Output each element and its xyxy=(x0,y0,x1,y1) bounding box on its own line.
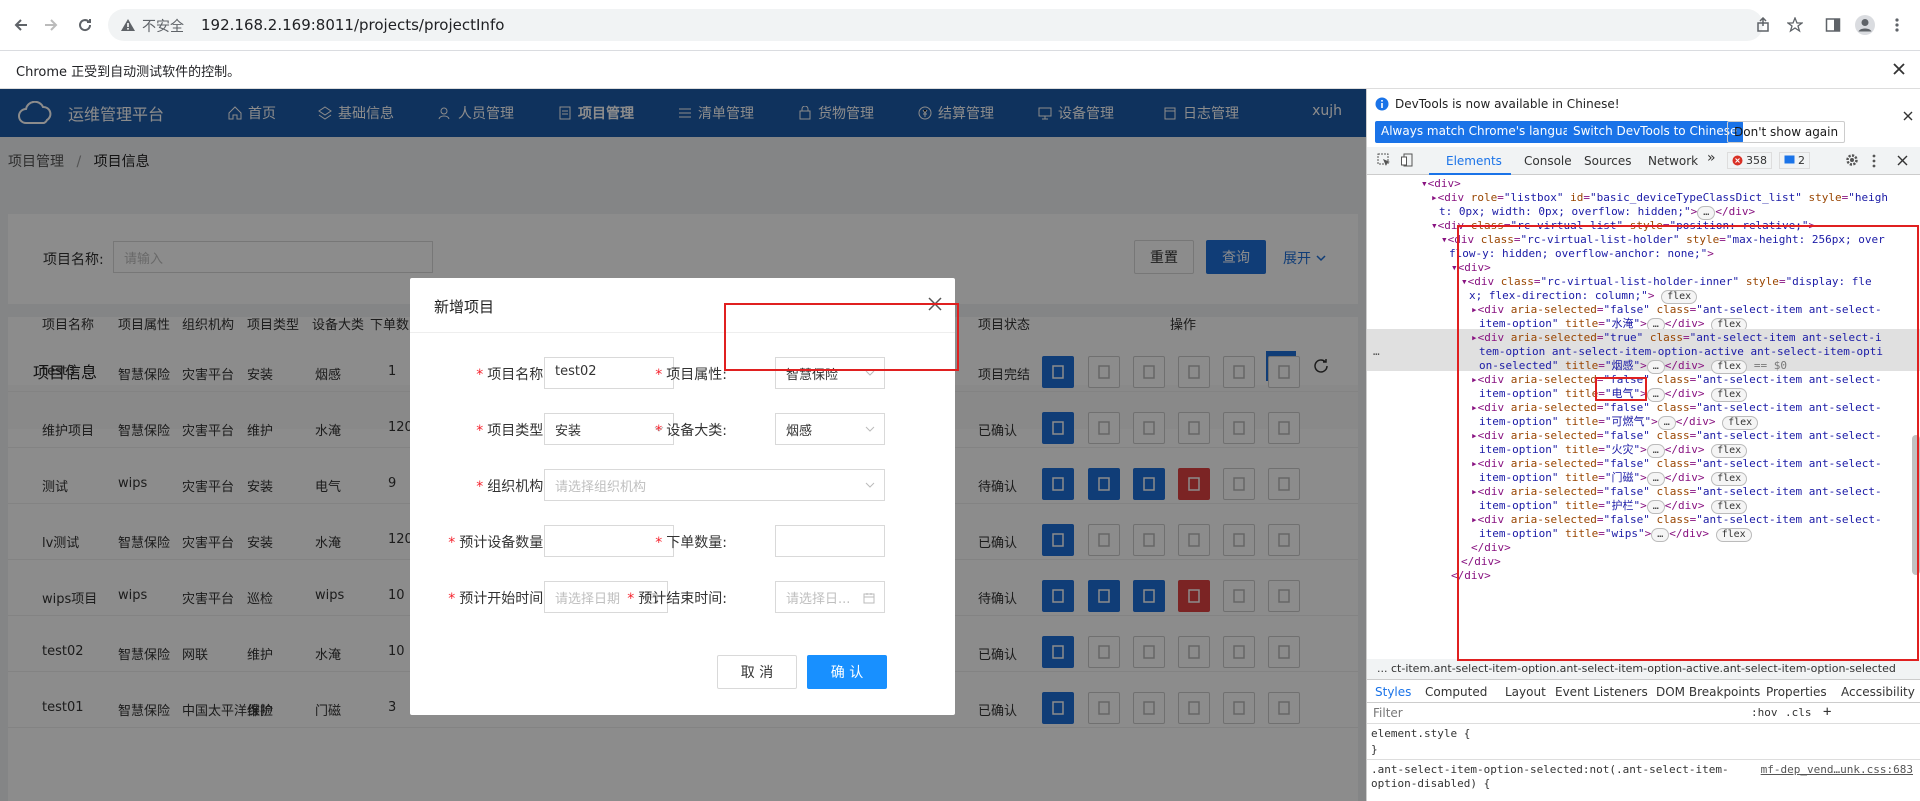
forward-icon[interactable] xyxy=(38,12,64,38)
tab-dom-breakpoints[interactable]: DOM Breakpoints xyxy=(1656,685,1760,699)
security-label: 不安全 xyxy=(142,19,184,35)
project-attr-label: * 项目属性: xyxy=(655,367,727,383)
message-badge[interactable]: 2 xyxy=(1779,152,1810,169)
styles-pane: Filter :hov .cls + element.style { } .an… xyxy=(1367,703,1920,801)
chevron-down-icon xyxy=(865,426,875,432)
end-date-label: * 预计结束时间: xyxy=(627,591,727,607)
close-icon[interactable] xyxy=(1897,155,1908,166)
app-viewport: 运维管理平台 首页 基础信息 人员管理 项目管理 清单管理 货物管理 结算管理 … xyxy=(0,89,1366,801)
inspect-icon[interactable] xyxy=(1377,153,1391,167)
styles-tabs: Styles Computed Layout Event Listeners D… xyxy=(1367,679,1920,703)
calendar-icon xyxy=(863,593,875,604)
tab-properties[interactable]: Properties xyxy=(1766,685,1827,699)
devtools-tabs: Elements Console Sources Network » 358 2 xyxy=(1367,147,1920,175)
automation-notice: Chrome 正受到自动测试软件的控制。 xyxy=(16,65,241,80)
cls-toggle[interactable]: .cls xyxy=(1785,706,1812,719)
tab-styles[interactable]: Styles xyxy=(1375,685,1411,699)
chevron-down-icon xyxy=(865,482,875,488)
start-date-label: * 预计开始时间: xyxy=(448,591,548,607)
css-rule-end: } xyxy=(1371,743,1378,756)
banner-text: DevTools is now available in Chinese! xyxy=(1395,97,1620,111)
org-label: * 组织机构: xyxy=(476,479,548,495)
more-tabs-icon[interactable]: » xyxy=(1707,150,1716,166)
tab-event-listeners[interactable]: Event Listeners xyxy=(1555,685,1648,699)
highlight-box xyxy=(724,303,959,371)
reload-icon[interactable] xyxy=(72,12,98,38)
error-icon xyxy=(1732,155,1743,166)
back-icon[interactable] xyxy=(8,12,34,38)
device-toggle-icon[interactable] xyxy=(1401,153,1415,167)
tab-sources[interactable]: Sources xyxy=(1584,154,1631,168)
error-count: 358 xyxy=(1746,154,1767,167)
sidebar-icon[interactable] xyxy=(1820,12,1846,38)
devtools-language-banner: DevTools is now available in Chinese! Al… xyxy=(1367,89,1920,147)
close-icon[interactable] xyxy=(1903,111,1913,121)
org-select[interactable]: 请选择组织机构 xyxy=(544,469,885,501)
device-category-select[interactable]: 烟感 xyxy=(775,413,885,445)
star-icon[interactable] xyxy=(1782,12,1808,38)
share-icon[interactable] xyxy=(1750,12,1776,38)
project-type-label: * 项目类型: xyxy=(476,423,548,439)
highlight-box xyxy=(1457,225,1919,661)
project-name-label: * 项目名称: xyxy=(476,367,548,383)
menu-dots-icon[interactable] xyxy=(1884,12,1910,38)
automation-infobar: Chrome 正受到自动测试软件的控制。 xyxy=(0,51,1920,89)
address-bar[interactable]: 不安全 192.168.2.169:8011/projects/projectI… xyxy=(108,9,1763,41)
css-rule-selector-cont: option-disabled) { xyxy=(1371,777,1491,790)
gear-icon[interactable] xyxy=(1845,153,1859,167)
dom-breadcrumb[interactable]: ... ct-item.ant-select-item-option.ant-s… xyxy=(1367,659,1920,679)
devtools-panel: DevTools is now available in Chinese! Al… xyxy=(1366,89,1920,801)
styles-filter-input[interactable]: Filter xyxy=(1373,706,1403,720)
menu-dots-icon[interactable] xyxy=(1872,154,1876,168)
message-icon xyxy=(1784,155,1795,164)
css-rule-selector: .ant-select-item-option-selected:not(.an… xyxy=(1371,763,1729,776)
profile-icon[interactable] xyxy=(1852,12,1878,38)
error-badge[interactable]: 358 xyxy=(1727,152,1772,169)
tab-network[interactable]: Network xyxy=(1648,154,1698,168)
switch-chinese-button[interactable]: Switch DevTools to Chinese xyxy=(1567,121,1744,143)
css-rule-selector: element.style { xyxy=(1371,727,1471,740)
cancel-button[interactable]: 取 消 xyxy=(717,655,797,689)
tab-console[interactable]: Console xyxy=(1524,154,1572,168)
order-count-label: * 下单数量: xyxy=(655,535,727,551)
message-count: 2 xyxy=(1798,154,1805,167)
browser-toolbar: 不安全 192.168.2.169:8011/projects/projectI… xyxy=(0,0,1920,51)
device-category-label: * 设备大类: xyxy=(655,423,727,439)
dont-show-button[interactable]: Don't show again xyxy=(1727,121,1846,143)
css-source-link[interactable]: mf-dep_vend…unk.css:683 xyxy=(1761,763,1913,776)
order-count-input[interactable] xyxy=(775,525,885,557)
info-icon xyxy=(1375,97,1389,111)
match-language-button[interactable]: Always match Chrome's language xyxy=(1375,121,1591,143)
close-icon[interactable] xyxy=(1892,62,1906,76)
confirm-button[interactable]: 确 认 xyxy=(807,655,887,689)
tab-accessibility[interactable]: Accessibility xyxy=(1841,685,1915,699)
tab-elements[interactable]: Elements xyxy=(1446,154,1502,168)
end-date-picker[interactable]: 请选择日... xyxy=(775,581,885,613)
modal-title: 新增项目 xyxy=(434,298,495,316)
warning-icon[interactable] xyxy=(120,18,136,32)
tab-computed[interactable]: Computed xyxy=(1425,685,1487,699)
divider xyxy=(1367,723,1920,724)
tab-layout[interactable]: Layout xyxy=(1505,685,1546,699)
url-text[interactable]: 192.168.2.169:8011/projects/projectInfo xyxy=(201,16,504,34)
device-count-label: * 预计设备数量: xyxy=(448,535,548,551)
ellipsis-icon[interactable]: … xyxy=(1373,343,1380,360)
divider xyxy=(1367,759,1920,760)
add-rule-icon[interactable]: + xyxy=(1823,704,1831,720)
highlight-box xyxy=(1595,377,1647,401)
hov-toggle[interactable]: :hov xyxy=(1751,706,1778,719)
